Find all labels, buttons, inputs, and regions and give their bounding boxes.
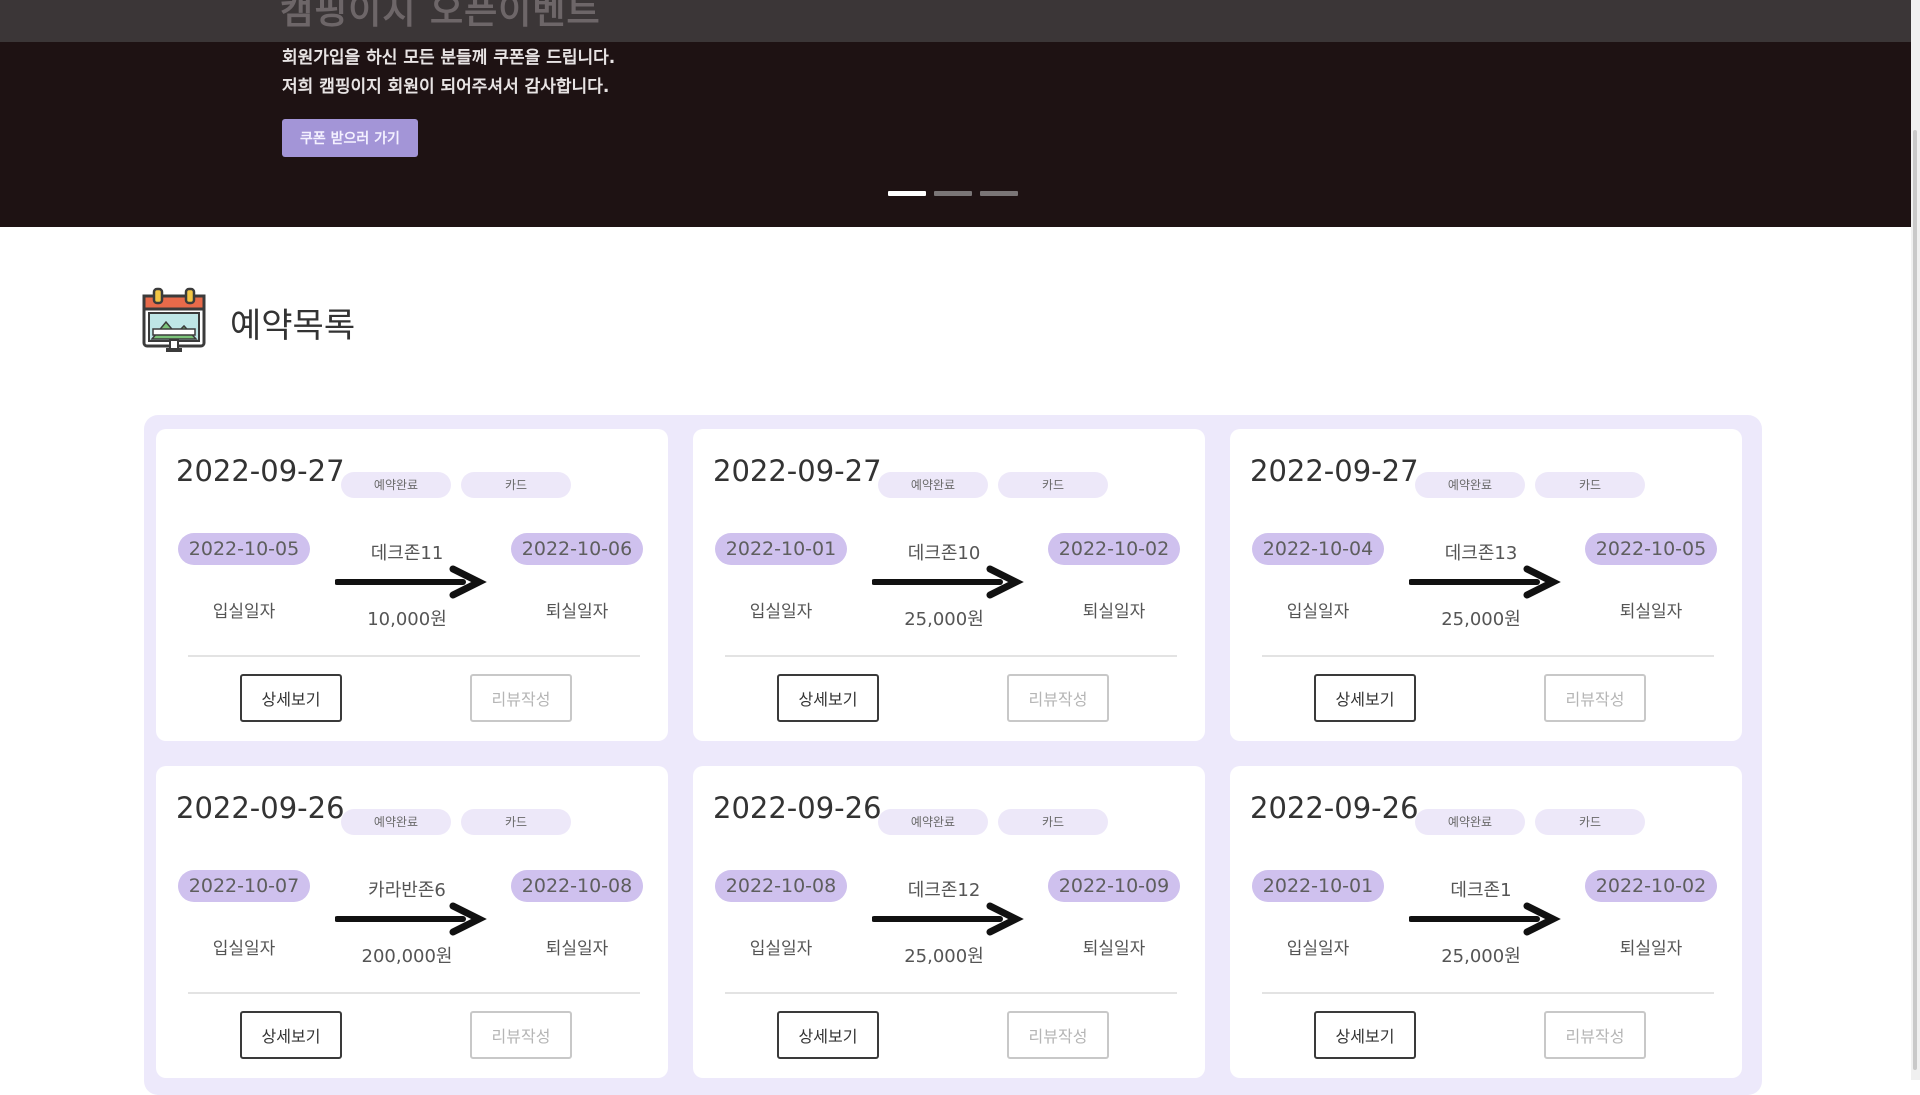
price: 200,000원: [361, 946, 453, 967]
reservation-card: 2022-09-27 예약완료 카드 2022-10-01 데크존10 2022…: [693, 429, 1205, 741]
view-detail-button[interactable]: 상세보기: [240, 674, 342, 722]
price: 25,000원: [904, 609, 984, 630]
check-in-date: 2022-10-01: [715, 533, 847, 565]
write-review-button[interactable]: 리뷰작성: [1007, 1011, 1109, 1059]
check-out-date: 2022-10-08: [511, 870, 643, 902]
site-name: 데크존13: [1444, 543, 1518, 564]
arrow-right-icon: [1408, 565, 1561, 603]
check-in-date: 2022-10-01: [1252, 870, 1384, 902]
status-badge: 예약완료: [1415, 809, 1525, 835]
check-out-label: 퇴실일자: [545, 602, 609, 622]
check-out-label: 퇴실일자: [545, 939, 609, 959]
check-in-label: 입실일자: [749, 939, 813, 959]
arrow-right-icon: [871, 902, 1024, 940]
reservation-card: 2022-09-27 예약완료 카드 2022-10-05 데크존11 2022…: [156, 429, 668, 741]
arrow-right-icon: [334, 902, 487, 940]
reservation-card: 2022-09-26 예약완료 카드 2022-10-01 데크존1 2022-…: [1230, 766, 1742, 1078]
check-in-label: 입실일자: [1286, 602, 1350, 622]
booking-date: 2022-09-26: [713, 791, 882, 825]
banner-text-line-2: 저희 캠핑이지 회원이 되어주셔서 감사합니다.: [282, 77, 610, 97]
check-out-label: 퇴실일자: [1082, 602, 1146, 622]
view-detail-button[interactable]: 상세보기: [1314, 1011, 1416, 1059]
check-out-date: 2022-10-06: [511, 533, 643, 565]
payment-badge: 카드: [1535, 809, 1645, 835]
arrow-right-icon: [334, 565, 487, 603]
reservation-card: 2022-09-26 예약완료 카드 2022-10-08 데크존12 2022…: [693, 766, 1205, 1078]
slider-indicators: [888, 191, 1018, 196]
site-name: 데크존10: [907, 543, 981, 564]
status-badge: 예약완료: [878, 472, 988, 498]
check-out-date: 2022-10-02: [1585, 870, 1717, 902]
calendar-icon: [140, 286, 208, 358]
arrow-right-icon: [1408, 902, 1561, 940]
check-in-date: 2022-10-07: [178, 870, 310, 902]
check-out-label: 퇴실일자: [1619, 602, 1683, 622]
slide-indicator-1[interactable]: [888, 191, 926, 196]
site-name: 데크존1: [1450, 880, 1512, 901]
view-detail-button[interactable]: 상세보기: [777, 1011, 879, 1059]
price: 10,000원: [367, 609, 447, 630]
check-out-label: 퇴실일자: [1619, 939, 1683, 959]
check-in-label: 입실일자: [212, 939, 276, 959]
event-banner: 캠핑이지 오픈이벤트 회원가입을 하신 모든 분들께 쿠폰을 드립니다. 저희 …: [0, 0, 1911, 227]
status-badge: 예약완료: [341, 809, 451, 835]
slide-indicator-2[interactable]: [934, 191, 972, 196]
site-name: 데크존12: [907, 880, 981, 901]
banner-title: 캠핑이지 오픈이벤트: [280, 0, 601, 32]
arrow-right-icon: [871, 565, 1024, 603]
booking-date: 2022-09-26: [176, 791, 345, 825]
booking-date: 2022-09-27: [713, 454, 882, 488]
card-divider: [188, 992, 640, 994]
booking-date: 2022-09-26: [1250, 791, 1419, 825]
section-header: 예약목록: [140, 286, 355, 358]
card-divider: [1262, 992, 1714, 994]
reservation-card: 2022-09-26 예약완료 카드 2022-10-07 카라반존6 2022…: [156, 766, 668, 1078]
status-badge: 예약완료: [878, 809, 988, 835]
view-detail-button[interactable]: 상세보기: [777, 674, 879, 722]
section-title: 예약목록: [230, 305, 356, 346]
write-review-button[interactable]: 리뷰작성: [1544, 1011, 1646, 1059]
write-review-button[interactable]: 리뷰작성: [470, 674, 572, 722]
price: 25,000원: [904, 946, 984, 967]
reservation-card: 2022-09-27 예약완료 카드 2022-10-04 데크존13 2022…: [1230, 429, 1742, 741]
payment-badge: 카드: [1535, 472, 1645, 498]
site-name: 데크존11: [370, 543, 444, 564]
check-in-date: 2022-10-08: [715, 870, 847, 902]
get-coupon-button[interactable]: 쿠폰 받으러 가기: [282, 119, 418, 157]
card-divider: [725, 655, 1177, 657]
payment-badge: 카드: [998, 809, 1108, 835]
slide-indicator-3[interactable]: [980, 191, 1018, 196]
site-name: 카라반존6: [368, 880, 446, 901]
check-in-date: 2022-10-05: [178, 533, 310, 565]
view-detail-button[interactable]: 상세보기: [240, 1011, 342, 1059]
booking-date: 2022-09-27: [1250, 454, 1419, 488]
check-in-label: 입실일자: [212, 602, 276, 622]
check-in-label: 입실일자: [1286, 939, 1350, 959]
write-review-button[interactable]: 리뷰작성: [1544, 674, 1646, 722]
reservation-list: 2022-09-27 예약완료 카드 2022-10-05 데크존11 2022…: [144, 415, 1762, 1095]
check-out-date: 2022-10-09: [1048, 870, 1180, 902]
view-detail-button[interactable]: 상세보기: [1314, 674, 1416, 722]
card-divider: [725, 992, 1177, 994]
card-divider: [1262, 655, 1714, 657]
payment-badge: 카드: [998, 472, 1108, 498]
check-out-label: 퇴실일자: [1082, 939, 1146, 959]
payment-badge: 카드: [461, 472, 571, 498]
price: 25,000원: [1441, 609, 1521, 630]
payment-badge: 카드: [461, 809, 571, 835]
banner-text-line-1: 회원가입을 하신 모든 분들께 쿠폰을 드립니다.: [282, 48, 616, 68]
check-out-date: 2022-10-05: [1585, 533, 1717, 565]
write-review-button[interactable]: 리뷰작성: [1007, 674, 1109, 722]
card-divider: [188, 655, 640, 657]
price: 25,000원: [1441, 946, 1521, 967]
write-review-button[interactable]: 리뷰작성: [470, 1011, 572, 1059]
check-out-date: 2022-10-02: [1048, 533, 1180, 565]
status-badge: 예약완료: [341, 472, 451, 498]
scrollbar-thumb[interactable]: [1913, 130, 1917, 1070]
check-in-label: 입실일자: [749, 602, 813, 622]
status-badge: 예약완료: [1415, 472, 1525, 498]
check-in-date: 2022-10-04: [1252, 533, 1384, 565]
booking-date: 2022-09-27: [176, 454, 345, 488]
